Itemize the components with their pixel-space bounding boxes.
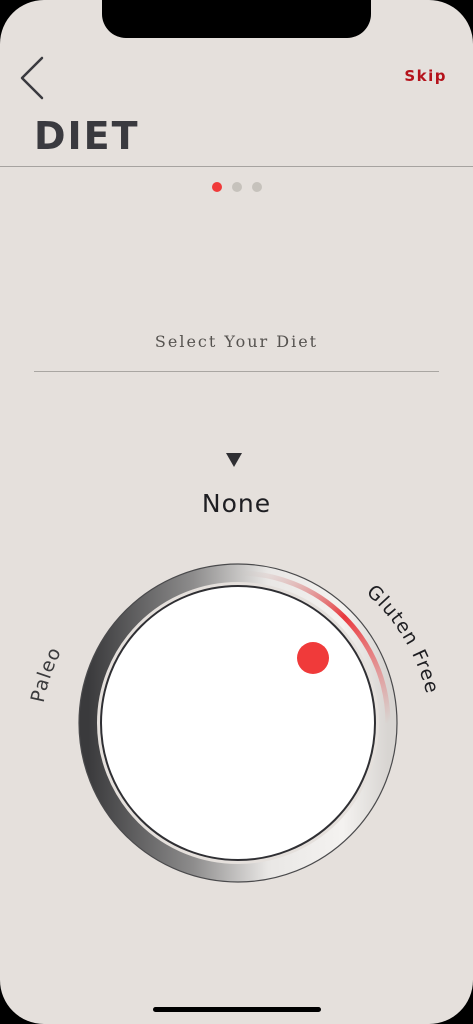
dial-face [100,585,376,861]
diet-dial[interactable]: Paleo Gluten Free [0,0,473,1024]
dial-option-paleo[interactable]: Paleo [27,643,66,704]
dial-indicator-dot [297,642,329,674]
home-indicator [153,1007,321,1012]
app-screen: Skip DIET Select Your Diet None Paleo Gl… [0,0,473,1024]
